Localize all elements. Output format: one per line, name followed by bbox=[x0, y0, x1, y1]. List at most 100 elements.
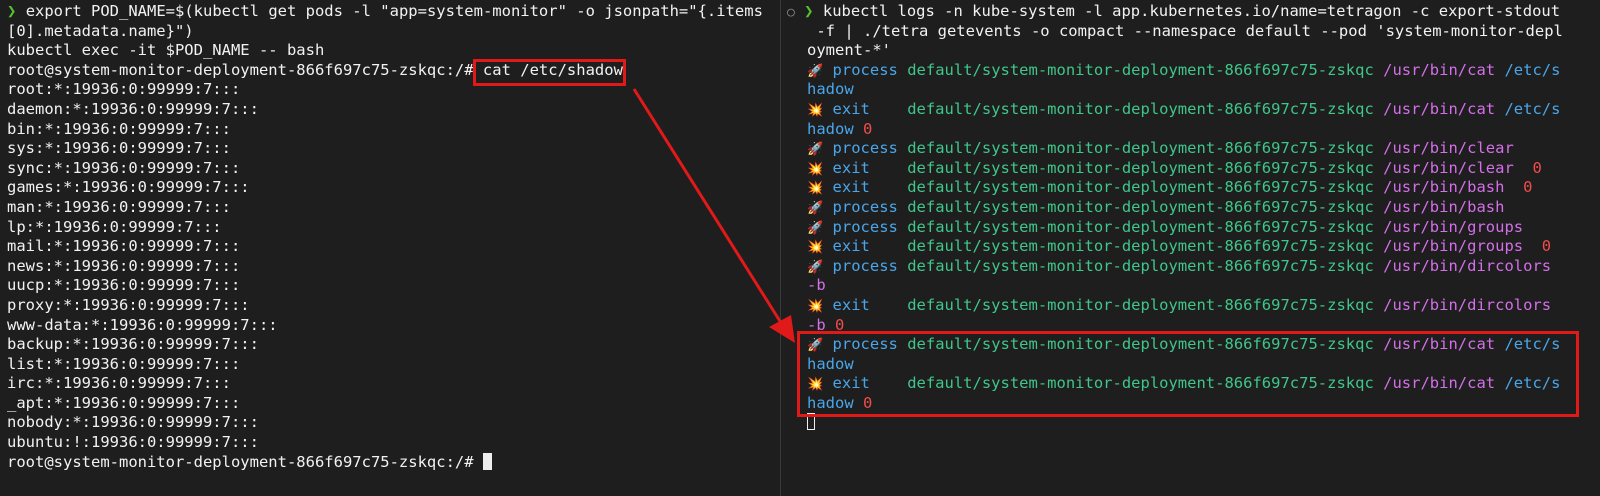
event-row: 🚀 process default/system-monitor-deploym… bbox=[807, 218, 1600, 238]
rocket-icon: 🚀 bbox=[807, 259, 824, 275]
exit-code: 0 bbox=[1523, 178, 1533, 197]
export-command-continuation: [0].metadata.name}") bbox=[7, 21, 194, 40]
event-binary: /usr/bin/bash bbox=[1383, 178, 1505, 197]
shadow-line: bin:*:19936:0:99999:7::: bbox=[7, 119, 231, 138]
exit-code: 0 bbox=[1541, 237, 1552, 256]
shadow-line: uucp:*:19936:0:99999:7::: bbox=[7, 276, 241, 295]
shadow-line: news:*:19936:0:99999:7::: bbox=[7, 256, 241, 275]
shadow-line: _apt:*:19936:0:99999:7::: bbox=[7, 393, 241, 412]
shadow-line: man:*:19936:0:99999:7::: bbox=[7, 197, 231, 216]
event-binary: /usr/bin/bash bbox=[1383, 197, 1505, 216]
left-terminal-pane[interactable]: ❯ export POD_NAME=$(kubectl get pods -l … bbox=[0, 0, 780, 496]
event-binary: /usr/bin/groups bbox=[1383, 237, 1524, 256]
rocket-icon: 🚀 bbox=[807, 63, 824, 79]
shadow-line: sys:*:19936:0:99999:7::: bbox=[7, 139, 231, 158]
event-row: 💥 exit default/system-monitor-deployment… bbox=[807, 159, 1600, 179]
event-row: 🚀 process default/system-monitor-deploym… bbox=[807, 257, 1600, 277]
shadow-line: games:*:19936:0:99999:7::: bbox=[7, 178, 250, 197]
event-row: 🚀 process default/system-monitor-deploym… bbox=[807, 61, 1600, 81]
event-kind: process bbox=[832, 139, 898, 158]
event-kind: process bbox=[832, 60, 898, 79]
shadow-line: backup:*:19936:0:99999:7::: bbox=[7, 335, 259, 354]
explosion-icon: 💥 bbox=[807, 161, 824, 177]
explosion-icon: 💥 bbox=[807, 181, 824, 197]
event-row: 💥 exit default/system-monitor-deployment… bbox=[807, 296, 1600, 316]
event-binary: /usr/bin/dircolors bbox=[1383, 256, 1552, 275]
export-command-text: export POD_NAME=$(kubectl get pods -l "a… bbox=[25, 2, 763, 20]
rocket-icon: 🚀 bbox=[807, 142, 824, 158]
exit-code: 0 bbox=[863, 119, 873, 138]
event-pod: default/system-monitor-deployment-866f69… bbox=[907, 217, 1374, 236]
event-row: 🚀 process default/system-monitor-deploym… bbox=[807, 139, 1600, 159]
right-terminal-pane[interactable]: ○ ❯ kubectl logs -n kube-system -l app.k… bbox=[781, 0, 1600, 496]
event-pod: default/system-monitor-deployment-866f69… bbox=[907, 237, 1374, 256]
event-binary: /usr/bin/groups bbox=[1383, 217, 1524, 236]
shadow-line: ubuntu:!:19936:0:99999:7::: bbox=[7, 433, 259, 452]
explosion-icon: 💥 bbox=[807, 298, 824, 314]
event-kind: exit bbox=[832, 99, 870, 118]
circle-icon: ○ bbox=[787, 5, 795, 20]
event-pod: default/system-monitor-deployment-866f69… bbox=[907, 158, 1374, 177]
cat-command-line: root@system-monitor-deployment-866f697c7… bbox=[7, 61, 780, 81]
rocket-icon: 🚀 bbox=[807, 220, 824, 236]
shadow-line: nobody:*:19936:0:99999:7::: bbox=[7, 413, 259, 432]
chevron-right-icon: ❯ bbox=[7, 2, 17, 20]
event-pod: default/system-monitor-deployment-866f69… bbox=[907, 139, 1374, 158]
event-pod: default/system-monitor-deployment-866f69… bbox=[907, 178, 1374, 197]
tetragon-command-line: ○ ❯ kubectl logs -n kube-system -l app.k… bbox=[787, 2, 1580, 22]
events-highlight-box bbox=[797, 331, 1579, 417]
event-kind: exit bbox=[832, 237, 870, 256]
event-kind: exit bbox=[832, 158, 870, 177]
exec-command-line: kubectl exec -it $POD_NAME -- bash bbox=[7, 41, 325, 60]
event-row: 💥 exit default/system-monitor-deployment… bbox=[807, 237, 1600, 257]
event-binary: /usr/bin/clear bbox=[1383, 158, 1514, 177]
event-kind: exit bbox=[832, 178, 870, 197]
screenshot-root: ❯ export POD_NAME=$(kubectl get pods -l … bbox=[0, 0, 1600, 496]
event-row: 💥 exit default/system-monitor-deployment… bbox=[807, 100, 1600, 120]
explosion-icon: 💥 bbox=[807, 102, 824, 118]
event-arg: /etc/s bbox=[1504, 60, 1561, 79]
event-pod: default/system-monitor-deployment-866f69… bbox=[907, 197, 1374, 216]
shadow-line: sync:*:19936:0:99999:7::: bbox=[7, 158, 241, 177]
event-pod: default/system-monitor-deployment-866f69… bbox=[907, 99, 1374, 118]
shadow-line: daemon:*:19936:0:99999:7::: bbox=[7, 99, 259, 118]
shadow-line: lp:*:19936:0:99999:7::: bbox=[7, 217, 222, 236]
exit-code: 0 bbox=[1532, 158, 1542, 177]
event-binary: /usr/bin/cat bbox=[1383, 99, 1496, 118]
event-arg: /etc/s bbox=[1504, 99, 1561, 118]
tetragon-command-text: kubectl logs -n kube-system -l app.kuber… bbox=[822, 2, 1561, 20]
event-binary: /usr/bin/clear bbox=[1383, 139, 1514, 158]
event-arg: hadow bbox=[807, 119, 854, 138]
event-row: 🚀 process default/system-monitor-deploym… bbox=[807, 198, 1600, 218]
shell-prompt: root@system-monitor-deployment-866f697c7… bbox=[7, 452, 483, 471]
shell-prompt: root@system-monitor-deployment-866f697c7… bbox=[7, 60, 483, 79]
event-arg-continuation: -b bbox=[807, 276, 826, 295]
event-binary: /usr/bin/cat bbox=[1383, 60, 1496, 79]
tetragon-command-continuation: -f | ./tetra getevents -o compact --name… bbox=[807, 21, 1563, 40]
chevron-right-icon: ❯ bbox=[804, 2, 814, 20]
event-binary: /usr/bin/dircolors bbox=[1383, 295, 1552, 314]
event-kind: process bbox=[832, 217, 898, 236]
terminal-cursor bbox=[482, 452, 492, 470]
event-arg-continuation: hadow 0 bbox=[807, 120, 1600, 140]
shadow-file-output: root:*:19936:0:99999:7::: daemon:*:19936… bbox=[7, 80, 780, 452]
event-arg-continuation: hadow bbox=[807, 80, 854, 99]
shadow-line: mail:*:19936:0:99999:7::: bbox=[7, 237, 241, 256]
shadow-line: list:*:19936:0:99999:7::: bbox=[7, 354, 241, 373]
rocket-icon: 🚀 bbox=[807, 200, 824, 216]
event-kind: exit bbox=[832, 295, 870, 314]
shadow-line: root:*:19936:0:99999:7::: bbox=[7, 80, 241, 99]
event-pod: default/system-monitor-deployment-866f69… bbox=[907, 295, 1374, 314]
event-kind: process bbox=[832, 256, 898, 275]
shadow-line: www-data:*:19936:0:99999:7::: bbox=[7, 315, 278, 334]
tetragon-command-continuation: oyment-*' bbox=[807, 41, 891, 60]
export-command-line: ❯ export POD_NAME=$(kubectl get pods -l … bbox=[7, 2, 780, 22]
shadow-line: irc:*:19936:0:99999:7::: bbox=[7, 374, 231, 393]
explosion-icon: 💥 bbox=[807, 240, 824, 256]
event-kind: process bbox=[832, 197, 898, 216]
event-pod: default/system-monitor-deployment-866f69… bbox=[907, 256, 1374, 275]
command-highlight-box bbox=[473, 59, 626, 86]
event-row: 💥 exit default/system-monitor-deployment… bbox=[807, 178, 1600, 198]
shadow-line: proxy:*:19936:0:99999:7::: bbox=[7, 295, 250, 314]
final-prompt-line[interactable]: root@system-monitor-deployment-866f697c7… bbox=[7, 452, 780, 473]
